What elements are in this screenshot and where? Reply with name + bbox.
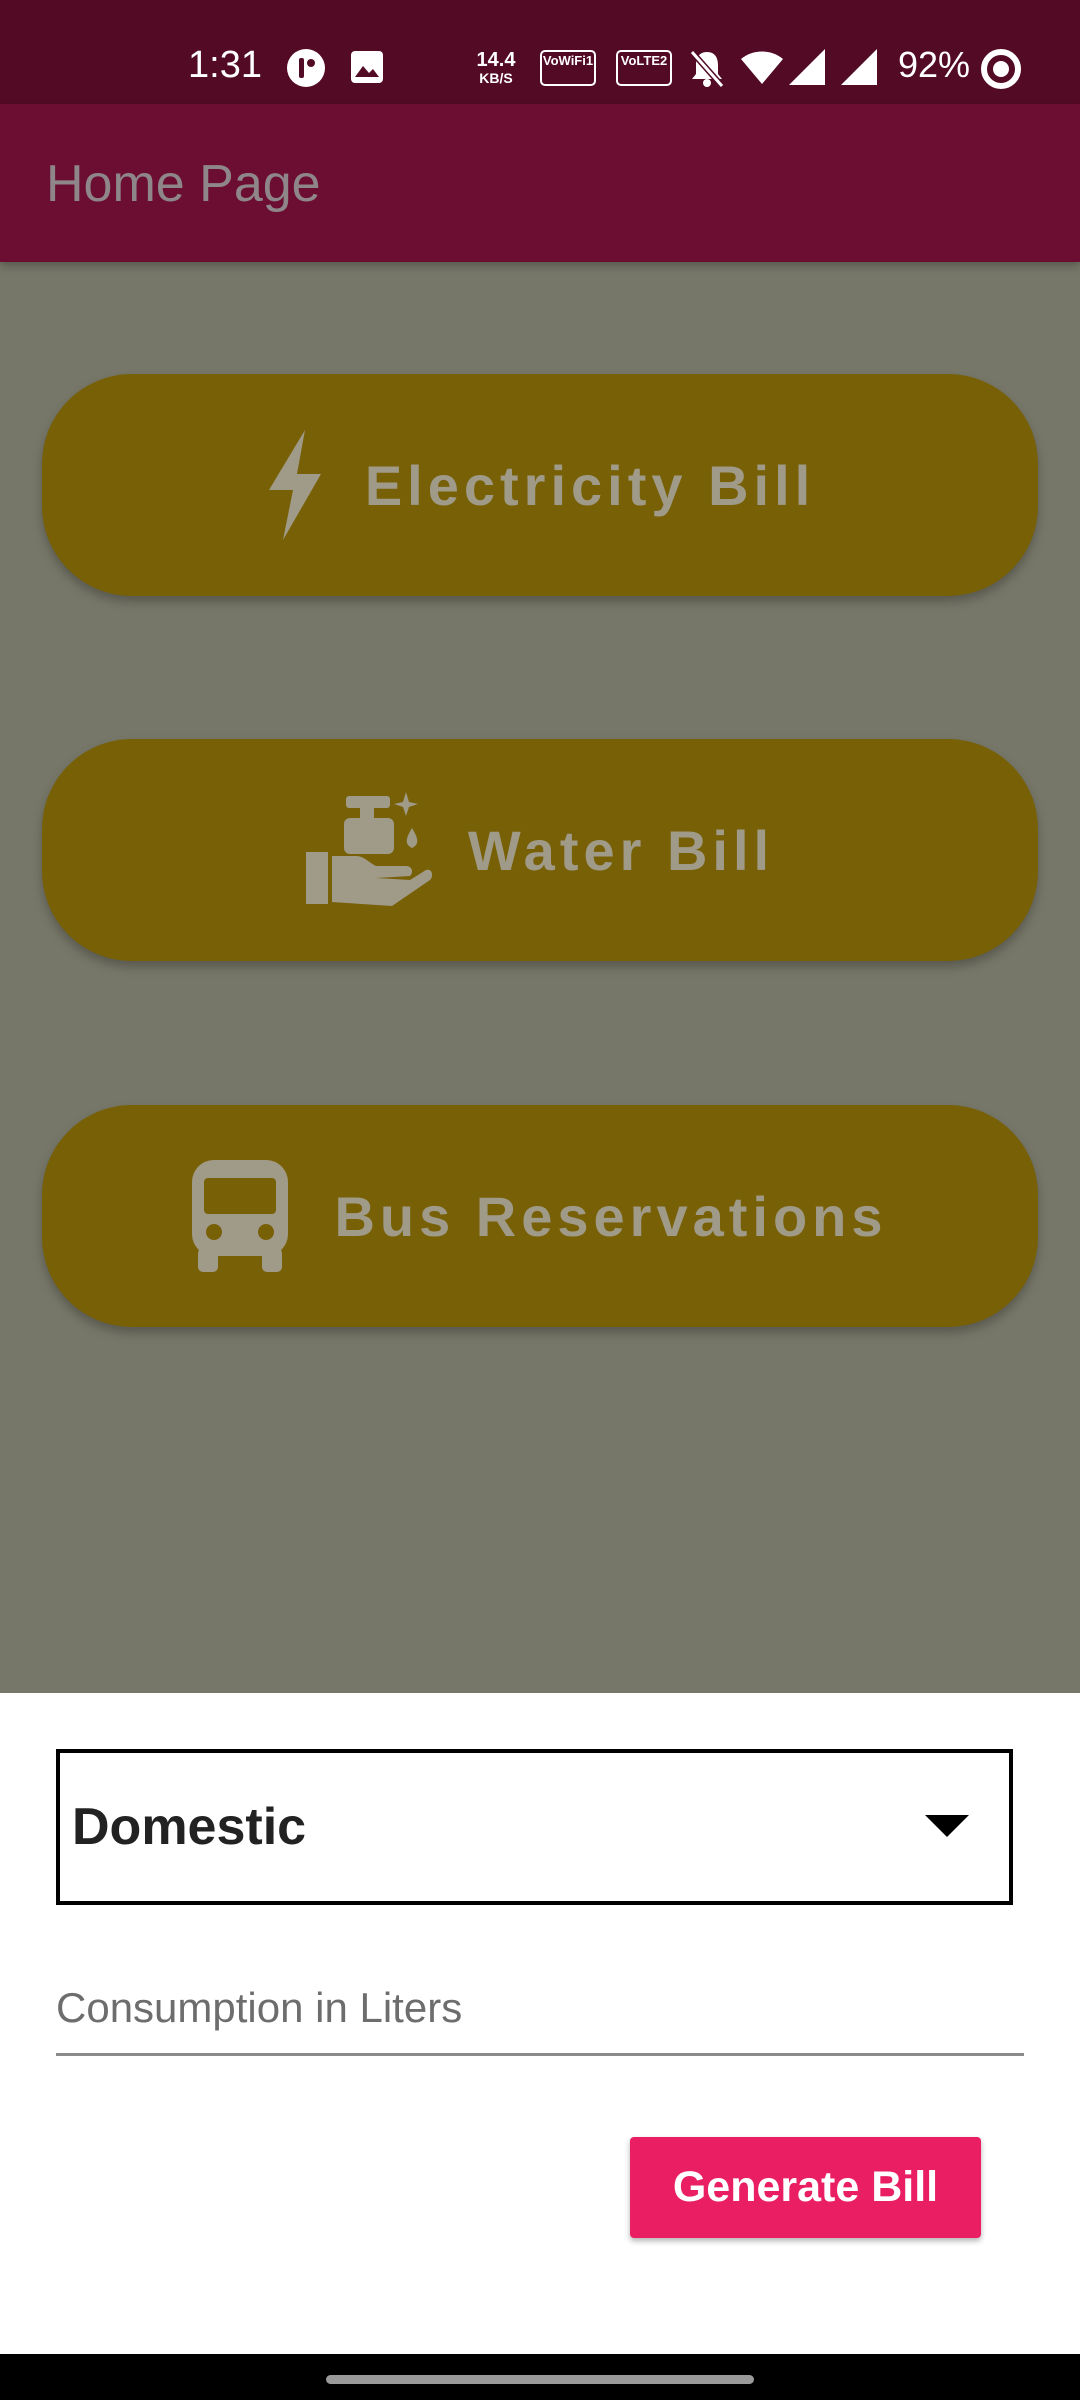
electricity-bill-button[interactable]: Electricity Bill [42,374,1038,596]
bottom-sheet: Domestic Generate Bill [0,1693,1080,2354]
image-icon [350,50,384,89]
bolt-icon [265,430,325,540]
bus-reservations-label: Bus Reservations [334,1184,888,1248]
battery-saver-icon [980,48,1022,95]
app-bar: Home Page [0,104,1080,262]
vowifi-label: VoWiFi1 [542,53,594,68]
battery-level: 92% [898,44,971,85]
status-time: 1:31 [188,44,262,86]
bell-off-icon [688,48,726,93]
consumption-input[interactable] [56,1963,1024,2056]
vowifi-badge: VoWiFi1 [540,50,596,86]
volte-badge: VoLTE2 [616,50,672,86]
network-speed: 14.4 KB/S [472,50,520,86]
electricity-bill-label: Electricity Bill [364,453,816,517]
category-dropdown[interactable]: Domestic [56,1749,1013,1905]
bus-reservations-button[interactable]: Bus Reservations [42,1105,1038,1327]
status-bar: 1:31 14.4 KB/S VoWiFi1 VoLTE2 92% [0,0,1080,104]
volte-label: VoLTE2 [620,53,668,68]
water-bill-label: Water Bill [467,818,775,882]
generate-bill-button[interactable]: Generate Bill [630,2137,981,2238]
network-speed-unit: KB/S [479,70,513,86]
bus-icon [192,1160,289,1272]
water-bill-button[interactable]: Water Bill [42,739,1038,961]
page-title: Home Page [46,155,321,213]
chevron-down-icon [925,1815,969,1837]
dropdown-selected-value: Domestic [72,1798,307,1856]
signal-icon-2 [840,48,878,91]
hand-wash-icon [305,790,432,910]
navigation-bar [0,2354,1080,2400]
network-speed-value: 14.4 [476,49,516,71]
home-gesture-handle[interactable] [326,2375,754,2384]
wifi-icon [740,50,784,91]
signal-icon [788,48,826,91]
gesture-icon [286,48,326,93]
